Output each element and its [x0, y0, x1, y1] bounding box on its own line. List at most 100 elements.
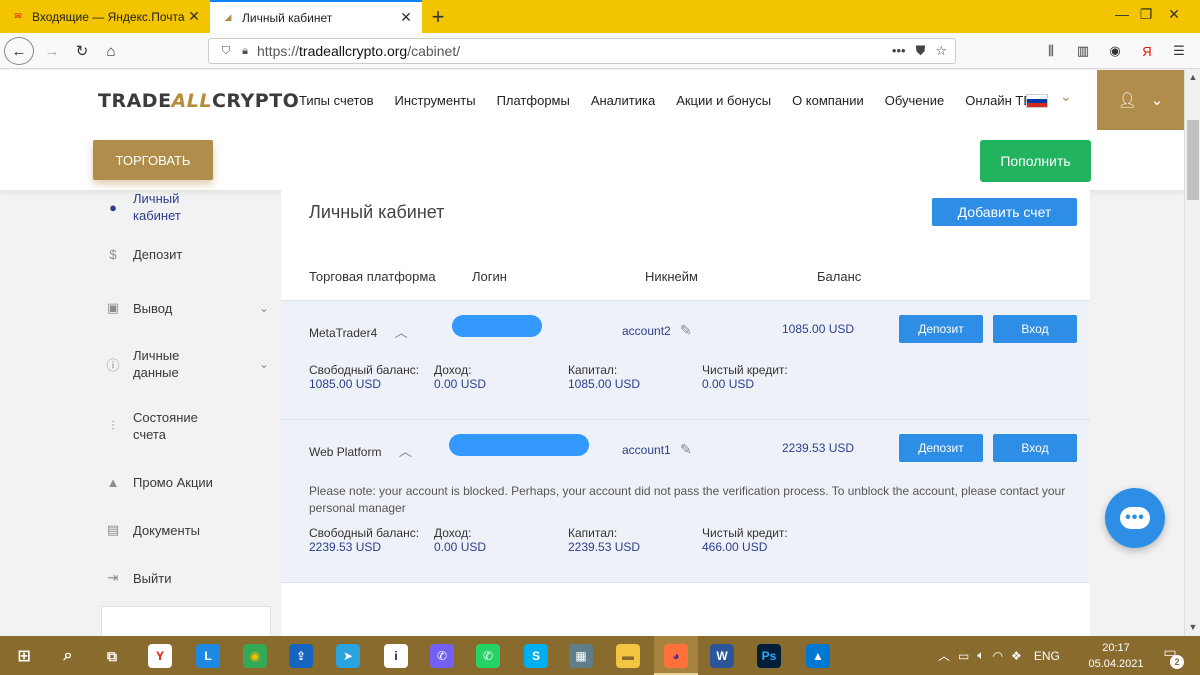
deposit-button[interactable]: Депозит [899, 315, 983, 343]
nav-item-promotions[interactable]: Акции и бонусы [676, 93, 771, 108]
l-app-icon[interactable]: L [196, 644, 220, 668]
reload-button[interactable]: ↻ [70, 37, 94, 65]
windows-start-icon[interactable]: ⊞ [12, 644, 36, 668]
russian-flag-icon[interactable] [1026, 94, 1048, 108]
tab-yandex-mail[interactable]: ✉ Входящие — Яндекс.Почта ✕ [0, 0, 210, 33]
star-icon[interactable]: ☆ [935, 43, 947, 59]
deposit-button[interactable]: Депозит [899, 434, 983, 462]
nav-item-instruments[interactable]: Инструменты [395, 93, 476, 108]
sidebar-item-label: Личный кабинет [133, 191, 181, 223]
trade-button[interactable]: ТОРГОВАТЬ [93, 140, 213, 180]
login-button[interactable]: Вход [993, 434, 1077, 462]
close-icon[interactable]: ✕ [398, 9, 414, 26]
info-app-icon[interactable]: i [384, 644, 408, 668]
search-icon[interactable]: ⌕ [56, 644, 80, 668]
battery-icon[interactable]: ▭ [958, 649, 969, 663]
dropbox-icon[interactable]: ❖ [1011, 649, 1022, 663]
hamburger-menu-icon[interactable]: ☰ [1166, 43, 1192, 59]
lock-icon[interactable]: 🔒︎ [237, 45, 253, 58]
url-path: /cabinet/ [407, 43, 461, 59]
edit-icon[interactable]: ✎ [680, 441, 692, 457]
top-up-button[interactable]: Пополнить [980, 140, 1091, 182]
chat-button[interactable]: ••• [1105, 488, 1165, 548]
account-icon[interactable]: ◉ [1102, 43, 1128, 59]
chrome-icon[interactable]: ◉ [243, 644, 267, 668]
word-icon[interactable]: W [710, 644, 734, 668]
skype-icon[interactable]: S [524, 644, 548, 668]
forward-button[interactable]: → [40, 37, 64, 65]
shield-icon[interactable]: ⛉ [215, 45, 237, 58]
language-indicator[interactable]: ENG [1034, 649, 1060, 663]
column-header-nickname: Никнейм [645, 269, 698, 284]
library-icon[interactable]: ⫼ [1038, 43, 1064, 59]
platform-name: MetaTrader4 [309, 326, 378, 340]
stat-label: Чистый кредит: [702, 526, 788, 540]
document-icon: ▤ [106, 522, 120, 537]
taskbar-clock[interactable]: 20:17 05.04.2021 [1084, 640, 1148, 672]
close-window-button[interactable]: ✕ [1164, 6, 1184, 23]
sidebar-item-cabinet[interactable]: ● Личный кабинет [93, 190, 279, 224]
photoshop-icon[interactable]: Ps [757, 644, 781, 668]
nickname-text: account1 [622, 443, 671, 457]
volume-icon[interactable]: 🔈︎ [977, 648, 984, 663]
pocket-icon[interactable]: ⛊ [916, 43, 926, 59]
nav-item-platforms[interactable]: Платформы [497, 93, 570, 108]
close-icon[interactable]: ✕ [186, 8, 202, 25]
home-button[interactable]: ⌂ [98, 37, 124, 65]
site-logo[interactable]: TRADEALLCRYPTO [98, 90, 299, 112]
chevron-down-icon[interactable]: ⌄ [1060, 88, 1072, 105]
chevron-up-icon[interactable]: ︿ [395, 325, 408, 340]
site-header: TRADEALLCRYPTO Типы счетов Инструменты П… [0, 70, 1184, 130]
sidebar-item-promo[interactable]: ▲ Промо Акции [93, 468, 279, 496]
sidebar-item-personal-data[interactable]: ⓘ Личные данные ⌄ [93, 346, 279, 382]
page-actions-menu-button[interactable]: ••• [892, 43, 906, 59]
scroll-down-icon[interactable]: ▼ [1185, 622, 1200, 632]
scroll-up-icon[interactable]: ▲ [1185, 72, 1200, 82]
nav-item-online-tv[interactable]: Онлайн ТВ [965, 93, 1032, 108]
viber-icon[interactable]: ✆ [430, 644, 454, 668]
restore-button[interactable]: ❐ [1136, 6, 1156, 23]
nav-item-account-types[interactable]: Типы счетов [299, 93, 374, 108]
nav-item-education[interactable]: Обучение [885, 93, 944, 108]
calculator-icon[interactable]: ▦ [569, 644, 593, 668]
chevron-up-icon[interactable]: ︿ [938, 647, 950, 664]
login-button[interactable]: Вход [993, 315, 1077, 343]
telegram-icon[interactable]: ➤ [336, 644, 360, 668]
yandex-browser-icon[interactable]: Y [148, 644, 172, 668]
chevron-down-icon[interactable]: ⌄ [249, 357, 279, 371]
firefox-icon[interactable]: ◕ [664, 644, 688, 668]
back-button[interactable]: ← [4, 37, 34, 65]
sidebar-item-account-status[interactable]: ⫶ Состояние счета [93, 408, 279, 444]
chevron-down-icon[interactable]: ⌄ [249, 301, 279, 315]
url-text[interactable]: https://tradeallcrypto.org/cabinet/ [257, 43, 460, 59]
add-account-button[interactable]: Добавить счет [932, 198, 1077, 226]
upload-app-icon[interactable]: ⇪ [289, 644, 313, 668]
sidebar-item-logout[interactable]: ⇥ Выйти [93, 564, 279, 592]
url-bar[interactable]: ⛉ 🔒︎ https://tradeallcrypto.org/cabinet/… [208, 38, 956, 64]
nav-item-analytics[interactable]: Аналитика [591, 93, 655, 108]
photos-icon[interactable]: ▲ [806, 644, 830, 668]
user-menu-button[interactable]: 👤︎ ⌄ [1097, 70, 1184, 130]
wifi-icon[interactable]: ◠ [993, 649, 1003, 663]
minimize-button[interactable]: — [1112, 6, 1132, 22]
sidebar-toggle-icon[interactable]: ▥ [1070, 43, 1096, 59]
scroll-thumb[interactable] [1187, 120, 1199, 200]
url-actions: ••• ⛊ ☆ [892, 43, 947, 59]
stat-value: 1085.00 USD [568, 377, 641, 391]
new-tab-button[interactable]: + [428, 4, 448, 30]
yandex-extension-icon[interactable]: Я [1134, 44, 1160, 59]
task-view-icon[interactable]: ⧉ [100, 644, 124, 668]
edit-icon[interactable]: ✎ [680, 322, 692, 338]
whatsapp-icon[interactable]: ✆ [476, 644, 500, 668]
page-scrollbar[interactable]: ▲ ▼ [1184, 70, 1200, 636]
sidebar-item-withdraw[interactable]: ▣ Вывод ⌄ [93, 294, 279, 322]
file-explorer-icon[interactable]: ▬ [616, 644, 640, 668]
account-platform: MetaTrader4 ︿ [309, 322, 408, 341]
chevron-up-icon[interactable]: ︿ [399, 444, 412, 459]
nav-item-about[interactable]: О компании [792, 93, 864, 108]
tab-title: Входящие — Яндекс.Почта [32, 9, 185, 24]
tab-cabinet[interactable]: ◢ Личный кабинет ✕ [210, 0, 422, 33]
sidebar-item-documents[interactable]: ▤ Документы [93, 516, 279, 544]
user-icon: 👤︎ [1117, 92, 1137, 109]
sidebar-item-deposit[interactable]: $ Депозит [93, 246, 279, 263]
